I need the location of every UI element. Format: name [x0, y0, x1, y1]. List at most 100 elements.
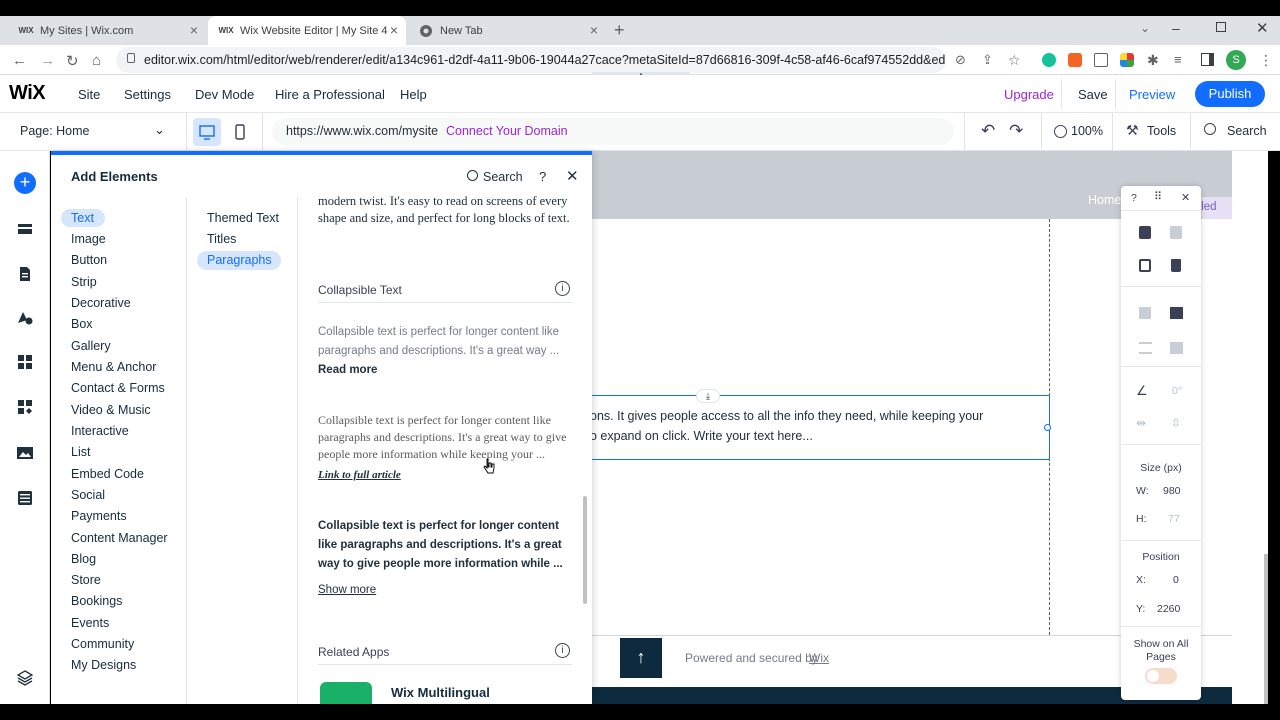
paragraph-preview[interactable]: modern twist. It's easy to read on scree… — [318, 193, 573, 227]
close-tab-icon[interactable]: × — [190, 22, 198, 38]
category-text[interactable]: Text — [71, 211, 94, 225]
browser-tab-my-sites[interactable]: WIX My Sites | Wix.com × — [8, 16, 206, 45]
flip-horizontal-icon[interactable]: ⇹ — [1136, 416, 1146, 430]
window-close-icon[interactable]: ✕ — [1256, 19, 1269, 37]
browser-tab-wix-editor[interactable]: WIX Wix Website Editor | My Site 4 × — [208, 16, 406, 45]
category-payments[interactable]: Payments — [71, 509, 127, 523]
media-icon[interactable] — [15, 443, 35, 463]
duplicate-icon[interactable] — [1139, 259, 1151, 272]
close-icon[interactable]: ✕ — [1181, 191, 1190, 204]
angle-value[interactable]: 0° — [1172, 385, 1182, 397]
wix-logo[interactable]: WiX — [9, 82, 46, 105]
connect-domain-link[interactable]: Connect Your Domain — [446, 124, 568, 138]
layers-icon[interactable] — [15, 668, 35, 688]
share-icon[interactable]: ⇪ — [982, 52, 993, 68]
redo-icon[interactable]: ↷ — [1009, 121, 1023, 141]
save-button[interactable]: Save — [1078, 87, 1108, 102]
canvas-scrollbar[interactable] — [1264, 554, 1268, 704]
show-on-all-pages-toggle[interactable] — [1145, 668, 1177, 684]
subcategory-themed-text[interactable]: Themed Text — [207, 211, 279, 225]
page-selector[interactable]: Page: Home — [20, 124, 89, 138]
panel-search-button[interactable]: Search — [483, 170, 523, 184]
close-tab-icon[interactable]: × — [590, 22, 598, 38]
forward-icon[interactable]: → — [40, 52, 55, 69]
profile-avatar[interactable]: S — [1226, 50, 1246, 70]
preview-button[interactable]: Preview — [1129, 87, 1175, 102]
distribute-icon[interactable] — [1170, 342, 1183, 354]
grammarly-extension-icon[interactable] — [1042, 53, 1056, 67]
menu-help[interactable]: Help — [400, 87, 427, 102]
delete-icon[interactable] — [1171, 259, 1181, 272]
cms-icon[interactable] — [15, 488, 35, 508]
subcategory-titles[interactable]: Titles — [207, 232, 236, 246]
zoom-out-icon[interactable] — [1054, 125, 1067, 138]
search-button[interactable]: Search — [1227, 124, 1267, 138]
minimize-icon[interactable]: – — [1172, 20, 1180, 36]
category-my-designs[interactable]: My Designs — [71, 658, 136, 672]
category-bookings[interactable]: Bookings — [71, 594, 122, 608]
info-icon[interactable]: i — [555, 281, 570, 296]
search-icon[interactable] — [467, 170, 478, 181]
category-contact-forms[interactable]: Contact & Forms — [71, 381, 165, 395]
selected-collapsible-text[interactable]: ons. It gives people access to all the i… — [590, 389, 1051, 460]
drag-handle-icon[interactable]: ⠿ — [1154, 190, 1162, 203]
reading-list-icon[interactable]: ≡ — [1174, 52, 1182, 67]
pages-icon[interactable] — [15, 264, 35, 284]
menu-settings[interactable]: Settings — [124, 87, 171, 102]
new-tab-icon[interactable]: + — [614, 20, 625, 41]
upgrade-link[interactable]: Upgrade — [1004, 87, 1054, 102]
reload-icon[interactable]: ↻ — [66, 52, 79, 70]
desktop-view-icon[interactable] — [193, 118, 221, 146]
publish-button[interactable]: Publish — [1195, 81, 1265, 107]
browser-tab-new-tab[interactable]: New Tab × — [408, 16, 606, 45]
undo-icon[interactable]: ↶ — [981, 121, 995, 141]
category-image[interactable]: Image — [71, 232, 106, 246]
category-menu-anchor[interactable]: Menu & Anchor — [71, 360, 156, 374]
extension-icon[interactable] — [1094, 53, 1108, 67]
apps-icon[interactable] — [15, 352, 35, 372]
align-icon[interactable] — [1139, 342, 1152, 354]
back-icon[interactable]: ← — [12, 52, 27, 69]
category-list[interactable]: List — [71, 445, 90, 459]
chrome-menu-icon[interactable]: ⋮ — [1259, 52, 1273, 69]
tracking-off-icon[interactable]: ⊘ — [955, 52, 966, 68]
rss-extension-icon[interactable] — [1068, 53, 1082, 67]
category-strip[interactable]: Strip — [71, 275, 97, 289]
extensions-puzzle-icon[interactable]: ✱ — [1147, 52, 1159, 69]
bookmark-star-icon[interactable]: ☆ — [1008, 52, 1021, 69]
mobile-view-icon[interactable] — [226, 118, 254, 146]
sections-icon[interactable] — [15, 220, 35, 240]
category-community[interactable]: Community — [71, 637, 134, 651]
height-value[interactable]: 77 — [1168, 513, 1180, 525]
side-panel-icon[interactable] — [1201, 53, 1214, 66]
category-store[interactable]: Store — [71, 573, 101, 587]
chevron-down-icon[interactable]: ⌄ — [154, 122, 165, 138]
paste-icon[interactable] — [1170, 226, 1182, 239]
category-video-music[interactable]: Video & Music — [71, 403, 151, 417]
site-nav-home[interactable]: Home — [1088, 193, 1121, 207]
add-elements-icon[interactable]: + — [14, 172, 36, 194]
send-backward-icon[interactable] — [1139, 307, 1151, 319]
close-tab-icon[interactable]: × — [390, 22, 398, 38]
wix-multilingual-app-icon[interactable] — [320, 682, 372, 704]
category-blog[interactable]: Blog — [71, 552, 96, 566]
panel-scrollbar[interactable] — [583, 496, 587, 604]
category-social[interactable]: Social — [71, 488, 105, 502]
category-embed-code[interactable]: Embed Code — [71, 467, 144, 481]
x-value[interactable]: 0 — [1173, 574, 1179, 586]
category-events[interactable]: Events — [71, 616, 109, 630]
zoom-level[interactable]: 100% — [1071, 124, 1103, 138]
category-decorative[interactable]: Decorative — [71, 296, 131, 310]
inspector-help-icon[interactable]: ? — [1131, 192, 1137, 204]
collapsible-preview-2[interactable]: Collapsible text is perfect for longer c… — [318, 412, 573, 481]
category-gallery[interactable]: Gallery — [71, 339, 111, 353]
footer-wix-link[interactable]: Wix — [809, 651, 829, 665]
related-app-name[interactable]: Wix Multilingual — [391, 685, 490, 700]
menu-site[interactable]: Site — [78, 87, 100, 102]
design-icon[interactable] — [15, 308, 35, 328]
tools-icon[interactable]: ⚒ — [1126, 122, 1139, 139]
close-icon[interactable]: ✕ — [566, 167, 579, 185]
copy-icon[interactable] — [1139, 226, 1151, 239]
search-icon[interactable] — [1204, 123, 1216, 135]
category-button[interactable]: Button — [71, 253, 107, 267]
